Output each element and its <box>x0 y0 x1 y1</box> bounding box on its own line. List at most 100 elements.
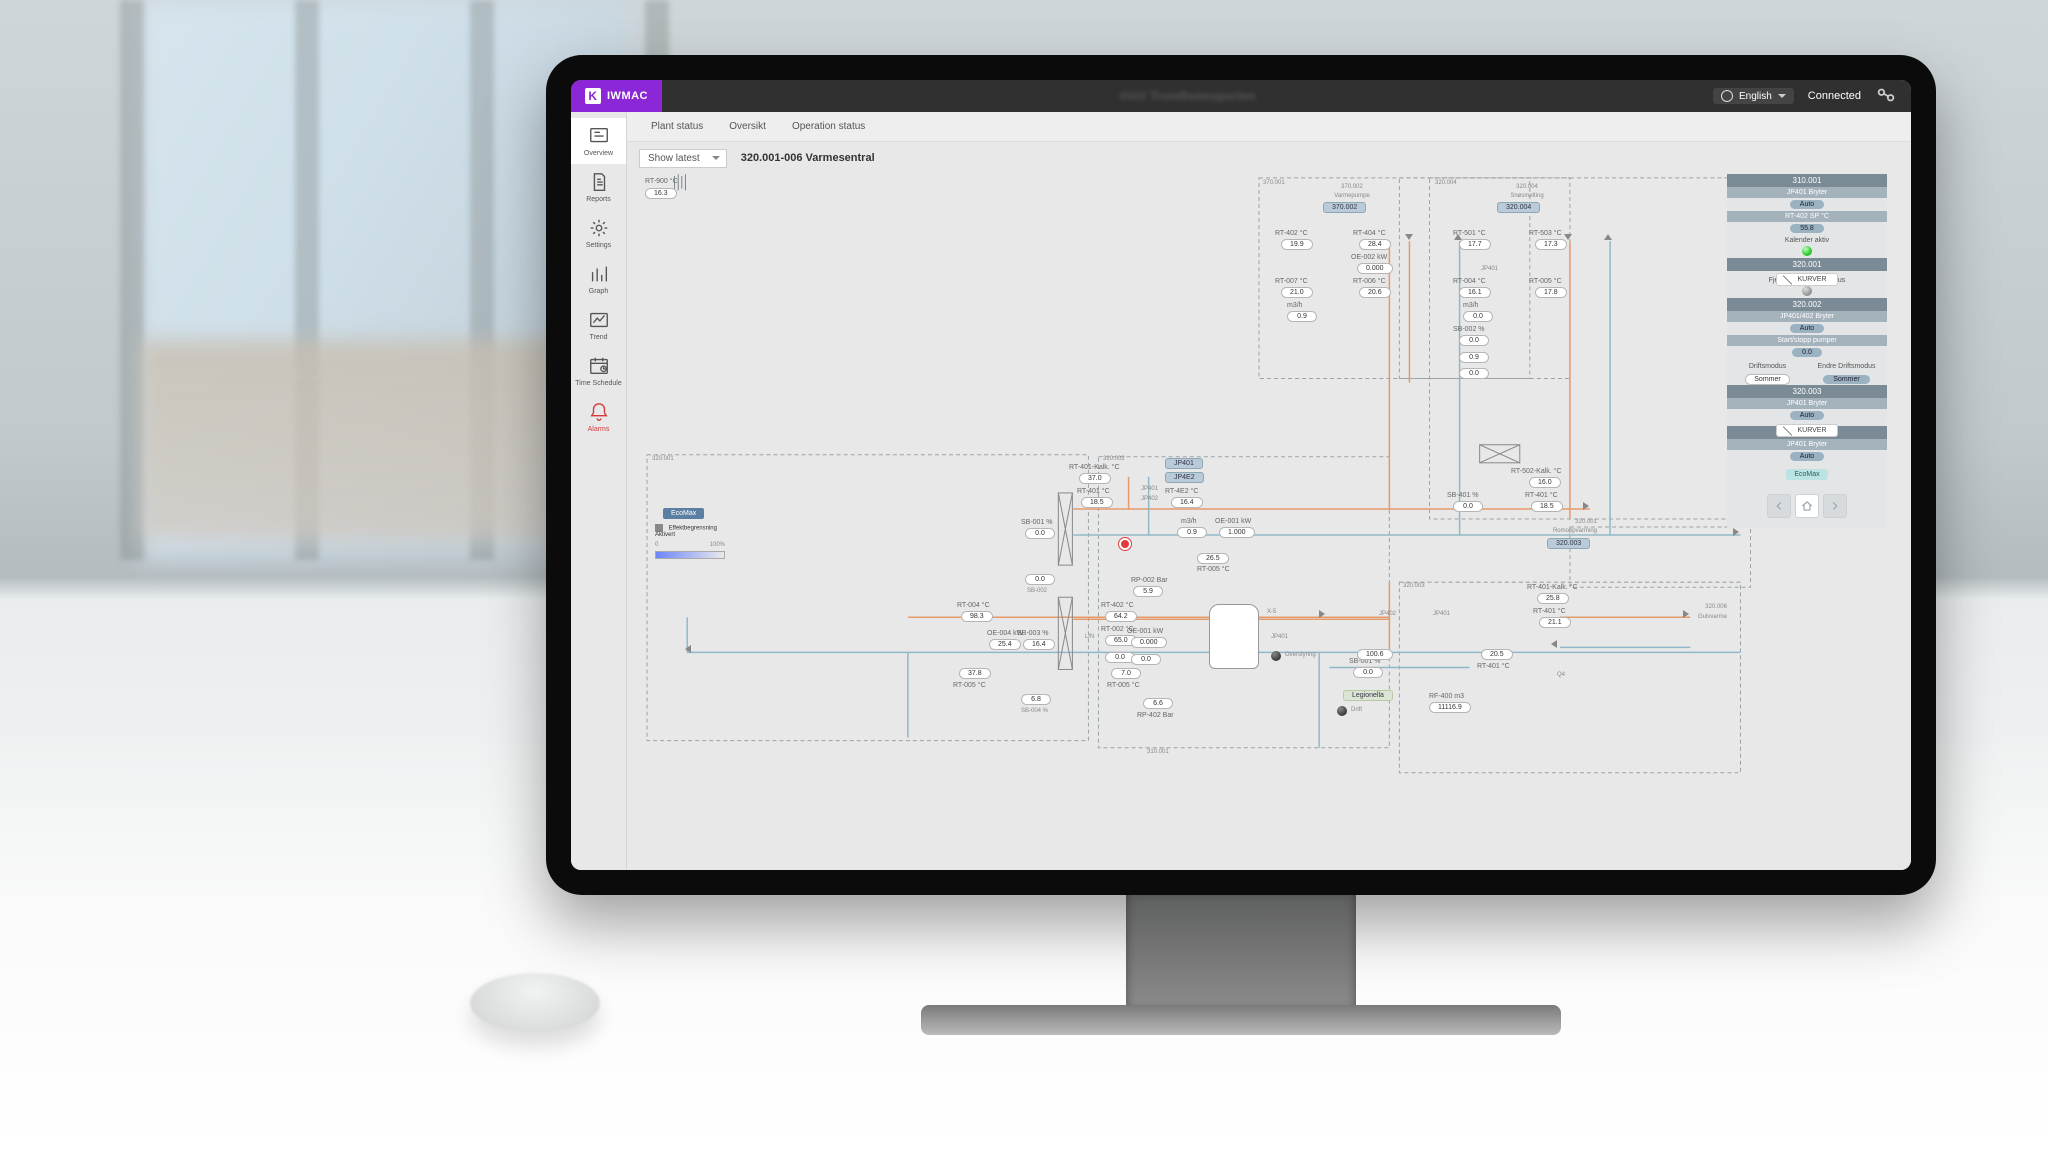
rp-kurver-btn-1[interactable]: KURVER <box>1776 273 1837 286</box>
oe001kw-label: OE-001 kW <box>1215 518 1251 525</box>
pager-prev[interactable] <box>1767 494 1791 518</box>
rp-kurver-btn-2[interactable]: KURVER <box>1776 424 1837 437</box>
rt007c-label: RT-007 °C <box>1275 278 1308 285</box>
rp-pager <box>1727 486 1887 528</box>
nav-reports[interactable]: Reports <box>571 164 626 210</box>
rt503c-value[interactable]: 17.3 <box>1535 239 1567 250</box>
tank-icon <box>1209 604 1259 669</box>
nav-graph-label: Graph <box>589 288 608 295</box>
rt402c2-label: RT-402 °C <box>1101 602 1134 609</box>
d0-4[interactable]: 0.9 <box>1459 352 1489 363</box>
zone-320004b: 320.004 <box>1497 184 1557 190</box>
oe002kw-value[interactable]: 0.000 <box>1357 263 1393 274</box>
nav-trend[interactable]: Trend <box>571 302 626 348</box>
rt4e2c-value[interactable]: 16.4 <box>1171 497 1203 508</box>
diagram-canvas[interactable]: RT-900 °C 16.3 320.001 320.002 310.001 3… <box>627 174 1911 870</box>
rf400m3-value[interactable]: 11116.9 <box>1429 702 1471 713</box>
overstyring-label: Overstyring <box>1285 652 1316 658</box>
d0-5[interactable]: 0.0 <box>1459 368 1489 379</box>
language-selector[interactable]: English <box>1713 88 1794 104</box>
rt401kalk-b-value[interactable]: 25.8 <box>1537 593 1569 604</box>
rt004c-label: RT-004 °C <box>957 602 990 609</box>
nav-time-schedule[interactable]: Time Schedule <box>571 348 626 394</box>
rt502kalk-label: RT-502-Kalk. °C <box>1511 468 1562 475</box>
m3h-c-value[interactable]: 0.0 <box>1463 311 1493 322</box>
rt005c-d-value[interactable]: 17.8 <box>1535 287 1567 298</box>
m3h-b-value[interactable]: 0.9 <box>1177 527 1207 538</box>
d205-value[interactable]: 20.5 <box>1481 649 1513 660</box>
brand-name: IWMAC <box>607 90 648 102</box>
rt502kalk-value[interactable]: 16.0 <box>1529 477 1561 488</box>
rp002bar-value[interactable]: 5.9 <box>1133 586 1163 597</box>
oe001kw-b-value[interactable]: 0.000 <box>1131 637 1167 648</box>
rp-sommer-2[interactable]: Sommer <box>1823 375 1869 384</box>
rt404c-value[interactable]: 28.4 <box>1359 239 1391 250</box>
rp-sommer-1[interactable]: Sommer <box>1745 374 1789 385</box>
hdr-320004[interactable]: 320.004 <box>1497 202 1540 213</box>
rp-rt402sp-value[interactable]: 55.8 <box>1790 224 1824 233</box>
jp4e2-hdr[interactable]: JP4E2 <box>1165 472 1204 483</box>
sb401pct-value[interactable]: 0.0 <box>1453 501 1483 512</box>
rt004c-b-value[interactable]: 16.1 <box>1459 287 1491 298</box>
d0-1-value[interactable]: 0.0 <box>1025 574 1055 585</box>
rp-310001-title: 310.001 <box>1727 174 1887 187</box>
rt401c-c-value[interactable]: 21.1 <box>1539 617 1571 628</box>
m3h-a-value[interactable]: 0.9 <box>1287 311 1317 322</box>
rt402c2-value[interactable]: 64.2 <box>1105 611 1137 622</box>
rt401c-d-value[interactable]: 18.5 <box>1531 501 1563 512</box>
nav-overview[interactable]: Overview <box>571 118 626 164</box>
rp-auto-2[interactable]: Auto <box>1790 324 1824 333</box>
pager-next[interactable] <box>1823 494 1847 518</box>
rp-auto-1[interactable]: Auto <box>1790 200 1824 209</box>
brand-logo[interactable]: K IWMAC <box>571 80 662 112</box>
ecomax-badge[interactable]: EcoMax <box>663 508 704 519</box>
rt501c-value[interactable]: 17.7 <box>1459 239 1491 250</box>
hdr-320003[interactable]: 320.003 <box>1547 538 1590 549</box>
rp-startstopp-value[interactable]: 0.0 <box>1792 348 1822 357</box>
eff-scale-100: 100% <box>710 542 725 548</box>
rp-auto-3[interactable]: Auto <box>1790 411 1824 420</box>
zone-snos: Snøsmelting <box>1497 193 1557 199</box>
rp-auto-4[interactable]: Auto <box>1790 452 1824 461</box>
pager-home[interactable] <box>1795 494 1819 518</box>
rt007c-value[interactable]: 21.0 <box>1281 287 1313 298</box>
led-dark-1 <box>1271 651 1281 661</box>
arrow-left-2 <box>1551 640 1557 648</box>
d70-value[interactable]: 7.0 <box>1111 668 1141 679</box>
sb002pct-value[interactable]: 0.0 <box>1459 335 1489 346</box>
sb003pct-value[interactable]: 16.4 <box>1023 639 1055 650</box>
tab-operation-status[interactable]: Operation status <box>792 121 865 132</box>
tab-oversikt[interactable]: Oversikt <box>729 121 766 132</box>
d66-value[interactable]: 6.6 <box>1143 698 1173 709</box>
legionella-hdr[interactable]: Legionella <box>1343 690 1393 701</box>
connection-icon[interactable] <box>1875 84 1897 109</box>
nav-graph[interactable]: Graph <box>571 256 626 302</box>
d1006-value[interactable]: 100.6 <box>1357 649 1393 660</box>
zone-370002: 370.002 <box>1322 184 1382 190</box>
d26-5[interactable]: 26.5 <box>1197 553 1229 564</box>
nav-alarms[interactable]: Alarms <box>571 394 626 440</box>
hdr-370002[interactable]: 370.002 <box>1323 202 1366 213</box>
alarm-dot-icon[interactable] <box>1119 538 1131 550</box>
zone-320004a: 320.004 <box>1435 180 1457 186</box>
zone-romopp2: Romoppvarming <box>1527 528 1597 534</box>
oe004kw-value[interactable]: 25.4 <box>989 639 1021 650</box>
jp401-hdr[interactable]: JP401 <box>1165 458 1203 469</box>
rt401c-value[interactable]: 18.5 <box>1081 497 1113 508</box>
show-latest-select[interactable]: Show latest <box>639 149 727 168</box>
tab-plant-status[interactable]: Plant status <box>651 121 703 132</box>
rp-ecomax[interactable]: EcoMax <box>1786 469 1827 480</box>
d378-value[interactable]: 37.8 <box>959 668 991 679</box>
d0-2-value[interactable]: 0.0 <box>1131 654 1161 665</box>
rt006c-value[interactable]: 20.6 <box>1359 287 1391 298</box>
rt402c-value[interactable]: 19.9 <box>1281 239 1313 250</box>
nav-settings[interactable]: Settings <box>571 210 626 256</box>
sb001pct-b-value[interactable]: 0.0 <box>1353 667 1383 678</box>
rt004c-value[interactable]: 98.3 <box>961 611 993 622</box>
rt401kalk-value[interactable]: 37.0 <box>1079 473 1111 484</box>
d68sb-value[interactable]: 6.8 <box>1021 694 1051 705</box>
rp-320001-title: 320.001 <box>1727 258 1887 271</box>
sb001pct-value[interactable]: 0.0 <box>1025 528 1055 539</box>
m3h-a-label: m3/h <box>1287 302 1303 309</box>
oe001kw-value[interactable]: 1.000 <box>1219 527 1255 538</box>
